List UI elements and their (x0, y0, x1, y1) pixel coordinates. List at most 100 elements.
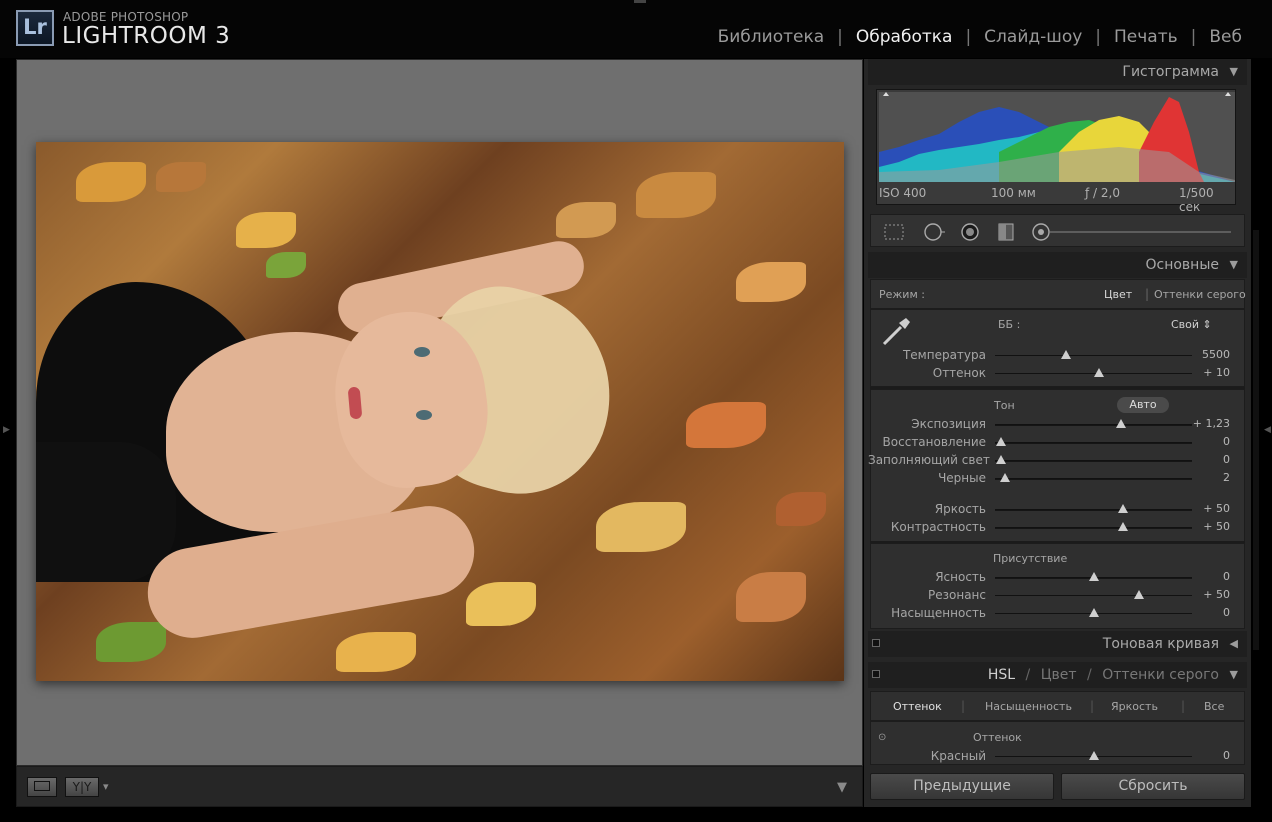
histogram-header[interactable]: Гистограмма ▼ (868, 59, 1247, 85)
recovery-value[interactable]: 0 (1184, 435, 1230, 448)
collapse-triangle-icon[interactable]: ▼ (1230, 59, 1238, 85)
tint-label: Оттенок (932, 366, 986, 380)
collapse-triangle-icon[interactable]: ▼ (1230, 252, 1238, 278)
reset-button[interactable]: Сбросить (1061, 773, 1245, 800)
top-panel-grip[interactable] (634, 0, 646, 3)
clarity-value[interactable]: 0 (1184, 570, 1230, 583)
top-bar: Lr ADOBE PHOTOSHOP LIGHTROOM 3 Библиотек… (0, 0, 1272, 58)
clarity-slider-handle[interactable] (1088, 572, 1099, 581)
left-panel-grip[interactable]: ▶ (3, 425, 10, 435)
treatment-gray-button[interactable]: Оттенки серого (1154, 288, 1246, 301)
saturation-value[interactable]: 0 (1184, 606, 1230, 619)
saturation-slider-handle[interactable] (1088, 608, 1099, 617)
toolbar-menu-icon[interactable]: ▼ (837, 780, 847, 795)
basic-title: Основные (1145, 257, 1219, 273)
histogram-panel: ISO 400 100 мм ƒ / 2,0 1/500 сек (876, 89, 1237, 214)
panel-scrollbar[interactable] (1253, 230, 1259, 650)
hsl-tabs: Оттенок | Насыщенность | Яркость | Все (870, 691, 1245, 721)
exposure-value[interactable]: + 1,23 (1184, 417, 1230, 430)
recovery-slider-handle[interactable] (995, 437, 1006, 446)
panel-switch-icon[interactable] (872, 670, 880, 678)
hsl-title[interactable]: HSL (988, 667, 1015, 683)
wb-preset-select[interactable]: Свой ⇕ (1171, 318, 1212, 331)
contrast-slider[interactable] (995, 527, 1192, 529)
exposure-slider-handle[interactable] (1116, 419, 1127, 428)
exif-info: ISO 400 100 мм ƒ / 2,0 1/500 сек (877, 186, 1237, 214)
exposure-label: Экспозиция (911, 417, 986, 431)
temperature-value[interactable]: 5500 (1184, 348, 1230, 361)
right-panel-grip[interactable]: ◀ (1264, 425, 1271, 435)
spot-removal-icon[interactable] (923, 222, 945, 242)
tint-value[interactable]: + 10 (1184, 366, 1230, 379)
vibrance-slider[interactable] (995, 595, 1192, 596)
mode-label: Режим : (879, 288, 925, 301)
tab-luminance[interactable]: Яркость (1111, 700, 1158, 713)
hsl-color-title[interactable]: Цвет (1041, 667, 1077, 683)
recovery-label: Восстановление (882, 435, 986, 449)
photo-preview[interactable] (36, 142, 844, 681)
tone-curve-header[interactable]: Тоновая кривая ◀ (868, 631, 1247, 657)
tab-saturation[interactable]: Насыщенность (985, 700, 1072, 713)
temperature-slider[interactable] (995, 355, 1192, 356)
temperature-slider-handle[interactable] (1060, 350, 1071, 359)
clarity-label: Ясность (935, 570, 986, 584)
exposure-slider[interactable] (995, 424, 1192, 426)
red-value[interactable]: 0 (1184, 749, 1230, 762)
histogram-graph[interactable] (879, 92, 1235, 182)
collapse-triangle-icon[interactable]: ▼ (1230, 662, 1238, 688)
vibrance-slider-handle[interactable] (1133, 590, 1144, 599)
module-web[interactable]: Веб (1207, 27, 1244, 47)
tab-all[interactable]: Все (1204, 700, 1224, 713)
hsl-gray-title[interactable]: Оттенки серого (1102, 667, 1219, 683)
red-slider-handle[interactable] (1088, 751, 1099, 760)
fill-slider-handle[interactable] (995, 455, 1006, 464)
module-picker: Библиотека | Обработка | Слайд-шоу | Печ… (716, 27, 1244, 47)
tone-curve-title: Тоновая кривая (1102, 636, 1219, 652)
contrast-slider-handle[interactable] (1118, 522, 1129, 531)
module-slideshow[interactable]: Слайд-шоу (982, 27, 1084, 47)
before-after-button[interactable]: Y|Y (65, 777, 99, 797)
blacks-label: Черные (938, 471, 986, 485)
wb-label: ББ : (998, 318, 1021, 331)
red-eye-icon[interactable] (959, 222, 981, 242)
blacks-slider[interactable] (995, 478, 1192, 480)
tone-label: Тон (994, 399, 1015, 412)
basic-header[interactable]: Основные ▼ (868, 252, 1247, 278)
auto-tone-button[interactable]: Авто (1117, 397, 1169, 413)
eyedropper-icon[interactable] (879, 314, 913, 348)
tint-slider-handle[interactable] (1094, 368, 1105, 377)
recovery-slider[interactable] (995, 442, 1192, 444)
target-adjust-icon[interactable]: ⊙ (878, 732, 886, 743)
brightness-label: Яркость (934, 502, 986, 516)
crop-tool-icon[interactable] (883, 222, 905, 242)
module-library[interactable]: Библиотека (716, 27, 827, 47)
treatment-color-button[interactable]: Цвет (1104, 288, 1132, 301)
tab-hue[interactable]: Оттенок (893, 700, 942, 713)
presence-label: Присутствие (993, 552, 1068, 565)
brightness-slider-handle[interactable] (1118, 504, 1129, 513)
graduated-filter-icon[interactable] (995, 222, 1017, 242)
histogram-title: Гистограмма (1122, 64, 1219, 80)
fill-value[interactable]: 0 (1184, 453, 1230, 466)
blacks-value[interactable]: 2 (1184, 471, 1230, 484)
blacks-slider-handle[interactable] (999, 473, 1010, 482)
hsl-header[interactable]: HSL / Цвет / Оттенки серого ▼ (868, 662, 1247, 688)
expand-triangle-icon[interactable]: ◀ (1230, 631, 1238, 657)
panel-switch-icon[interactable] (872, 639, 880, 647)
module-print[interactable]: Печать (1112, 27, 1180, 47)
vibrance-value[interactable]: + 50 (1184, 588, 1230, 601)
brightness-value[interactable]: + 50 (1184, 502, 1230, 515)
fill-label: Заполняющий свет (868, 453, 990, 467)
lightroom-logo: Lr (16, 10, 54, 46)
adjustment-brush-icon[interactable] (1031, 222, 1231, 242)
loupe-view-button[interactable] (27, 777, 57, 797)
previous-button[interactable]: Предыдущие (870, 773, 1054, 800)
red-label: Красный (930, 749, 986, 763)
focal-length-value: 100 мм (991, 186, 1036, 200)
saturation-label: Насыщенность (891, 606, 986, 620)
fill-slider[interactable] (995, 460, 1192, 462)
brightness-slider[interactable] (995, 509, 1192, 511)
module-develop[interactable]: Обработка (854, 27, 955, 47)
chevron-down-icon[interactable]: ▾ (103, 780, 109, 793)
contrast-value[interactable]: + 50 (1184, 520, 1230, 533)
